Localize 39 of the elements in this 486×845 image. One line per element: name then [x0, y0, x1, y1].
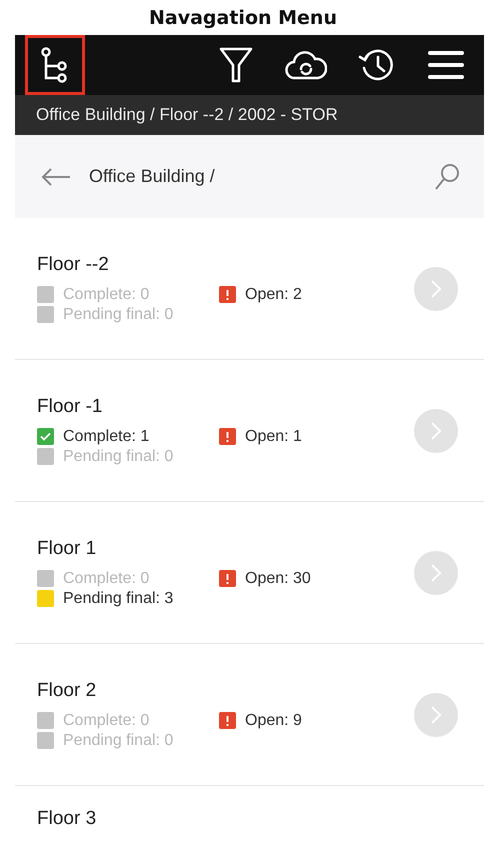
pending-count: Pending final: 3	[63, 590, 174, 608]
complete-count: Complete: 0	[63, 712, 150, 730]
floor-row[interactable]: Floor 2 Complete: 0 Open: 9 Pending final: 0	[15, 644, 484, 786]
open-count: Open: 9	[245, 712, 302, 730]
page-caption: Navagation Menu	[148, 6, 338, 30]
alert-icon	[219, 428, 236, 445]
floor-row[interactable]: Floor --2 Complete: 0 Open: 2 Pending final: 0	[15, 218, 484, 360]
floor-name: Floor --2	[37, 254, 110, 276]
breadcrumb: Office Building / Floor --2 / 2002 - STOR	[15, 95, 484, 135]
alert-icon	[219, 286, 236, 303]
complete-count: Complete: 0	[63, 570, 150, 588]
cloud-sync-icon	[285, 50, 327, 80]
complete-count: Complete: 1	[63, 428, 150, 446]
alert-icon	[219, 712, 236, 729]
alert-icon	[219, 570, 236, 587]
filter-icon	[219, 46, 253, 84]
pending-count: Pending final: 0	[63, 448, 174, 466]
floor-name: Floor -1	[37, 396, 104, 418]
floor-name: Floor 3	[37, 808, 96, 829]
history-icon	[357, 47, 395, 83]
open-count: Open: 2	[245, 286, 302, 304]
chevron-right-icon	[430, 562, 442, 582]
header-title: Office Building /	[89, 166, 216, 187]
floor-name: Floor 2	[37, 680, 98, 702]
toolbar-button[interactable]	[25, 35, 85, 95]
chevron-right-icon	[430, 704, 442, 724]
open-count: Open: 1	[245, 428, 302, 446]
pending-count: Pending final: 0	[63, 732, 174, 750]
back-icon[interactable]	[41, 166, 71, 186]
pending-count: Pending final: 0	[63, 306, 174, 324]
complete-count: Complete: 0	[63, 286, 150, 304]
open-count: Open: 30	[245, 570, 311, 588]
floor-name: Floor 1	[37, 538, 98, 560]
floor-row[interactable]: Floor -1 Complete: 1 Open: 1 Pending final: 0	[15, 360, 484, 502]
chevron-right-icon	[430, 278, 442, 298]
chevron-right-icon	[430, 420, 442, 440]
menu-icon	[428, 49, 464, 81]
floor-row[interactable]: Floor 1 Complete: 0 Open: 30 Pending final: 3	[15, 502, 484, 644]
search-icon[interactable]	[434, 162, 460, 190]
